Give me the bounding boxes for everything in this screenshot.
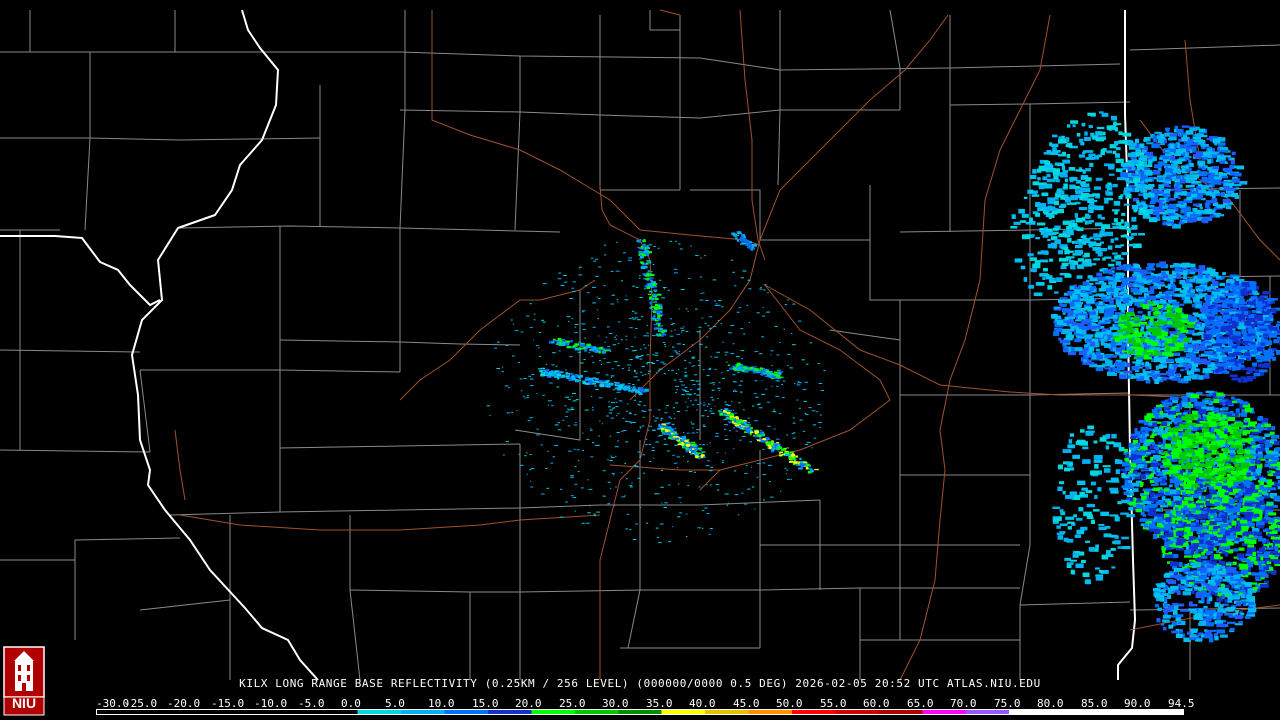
- radar-map-view: NIU KILX LONG RANGE BASE REFLECTIVITY (0…: [0, 0, 1280, 720]
- radar-reflectivity-echoes: [486, 111, 1280, 643]
- radar-map: [0, 9, 1280, 681]
- colorbar: [96, 709, 1184, 715]
- logo-text: NIU: [11, 695, 37, 711]
- product-title: KILX LONG RANGE BASE REFLECTIVITY (0.25K…: [239, 677, 1041, 690]
- colorbar-labels: -30.0 -25.0 -20.0 -15.0 -10.0 -5.0 0.0 5.0 10.0 1…: [96, 697, 1196, 710]
